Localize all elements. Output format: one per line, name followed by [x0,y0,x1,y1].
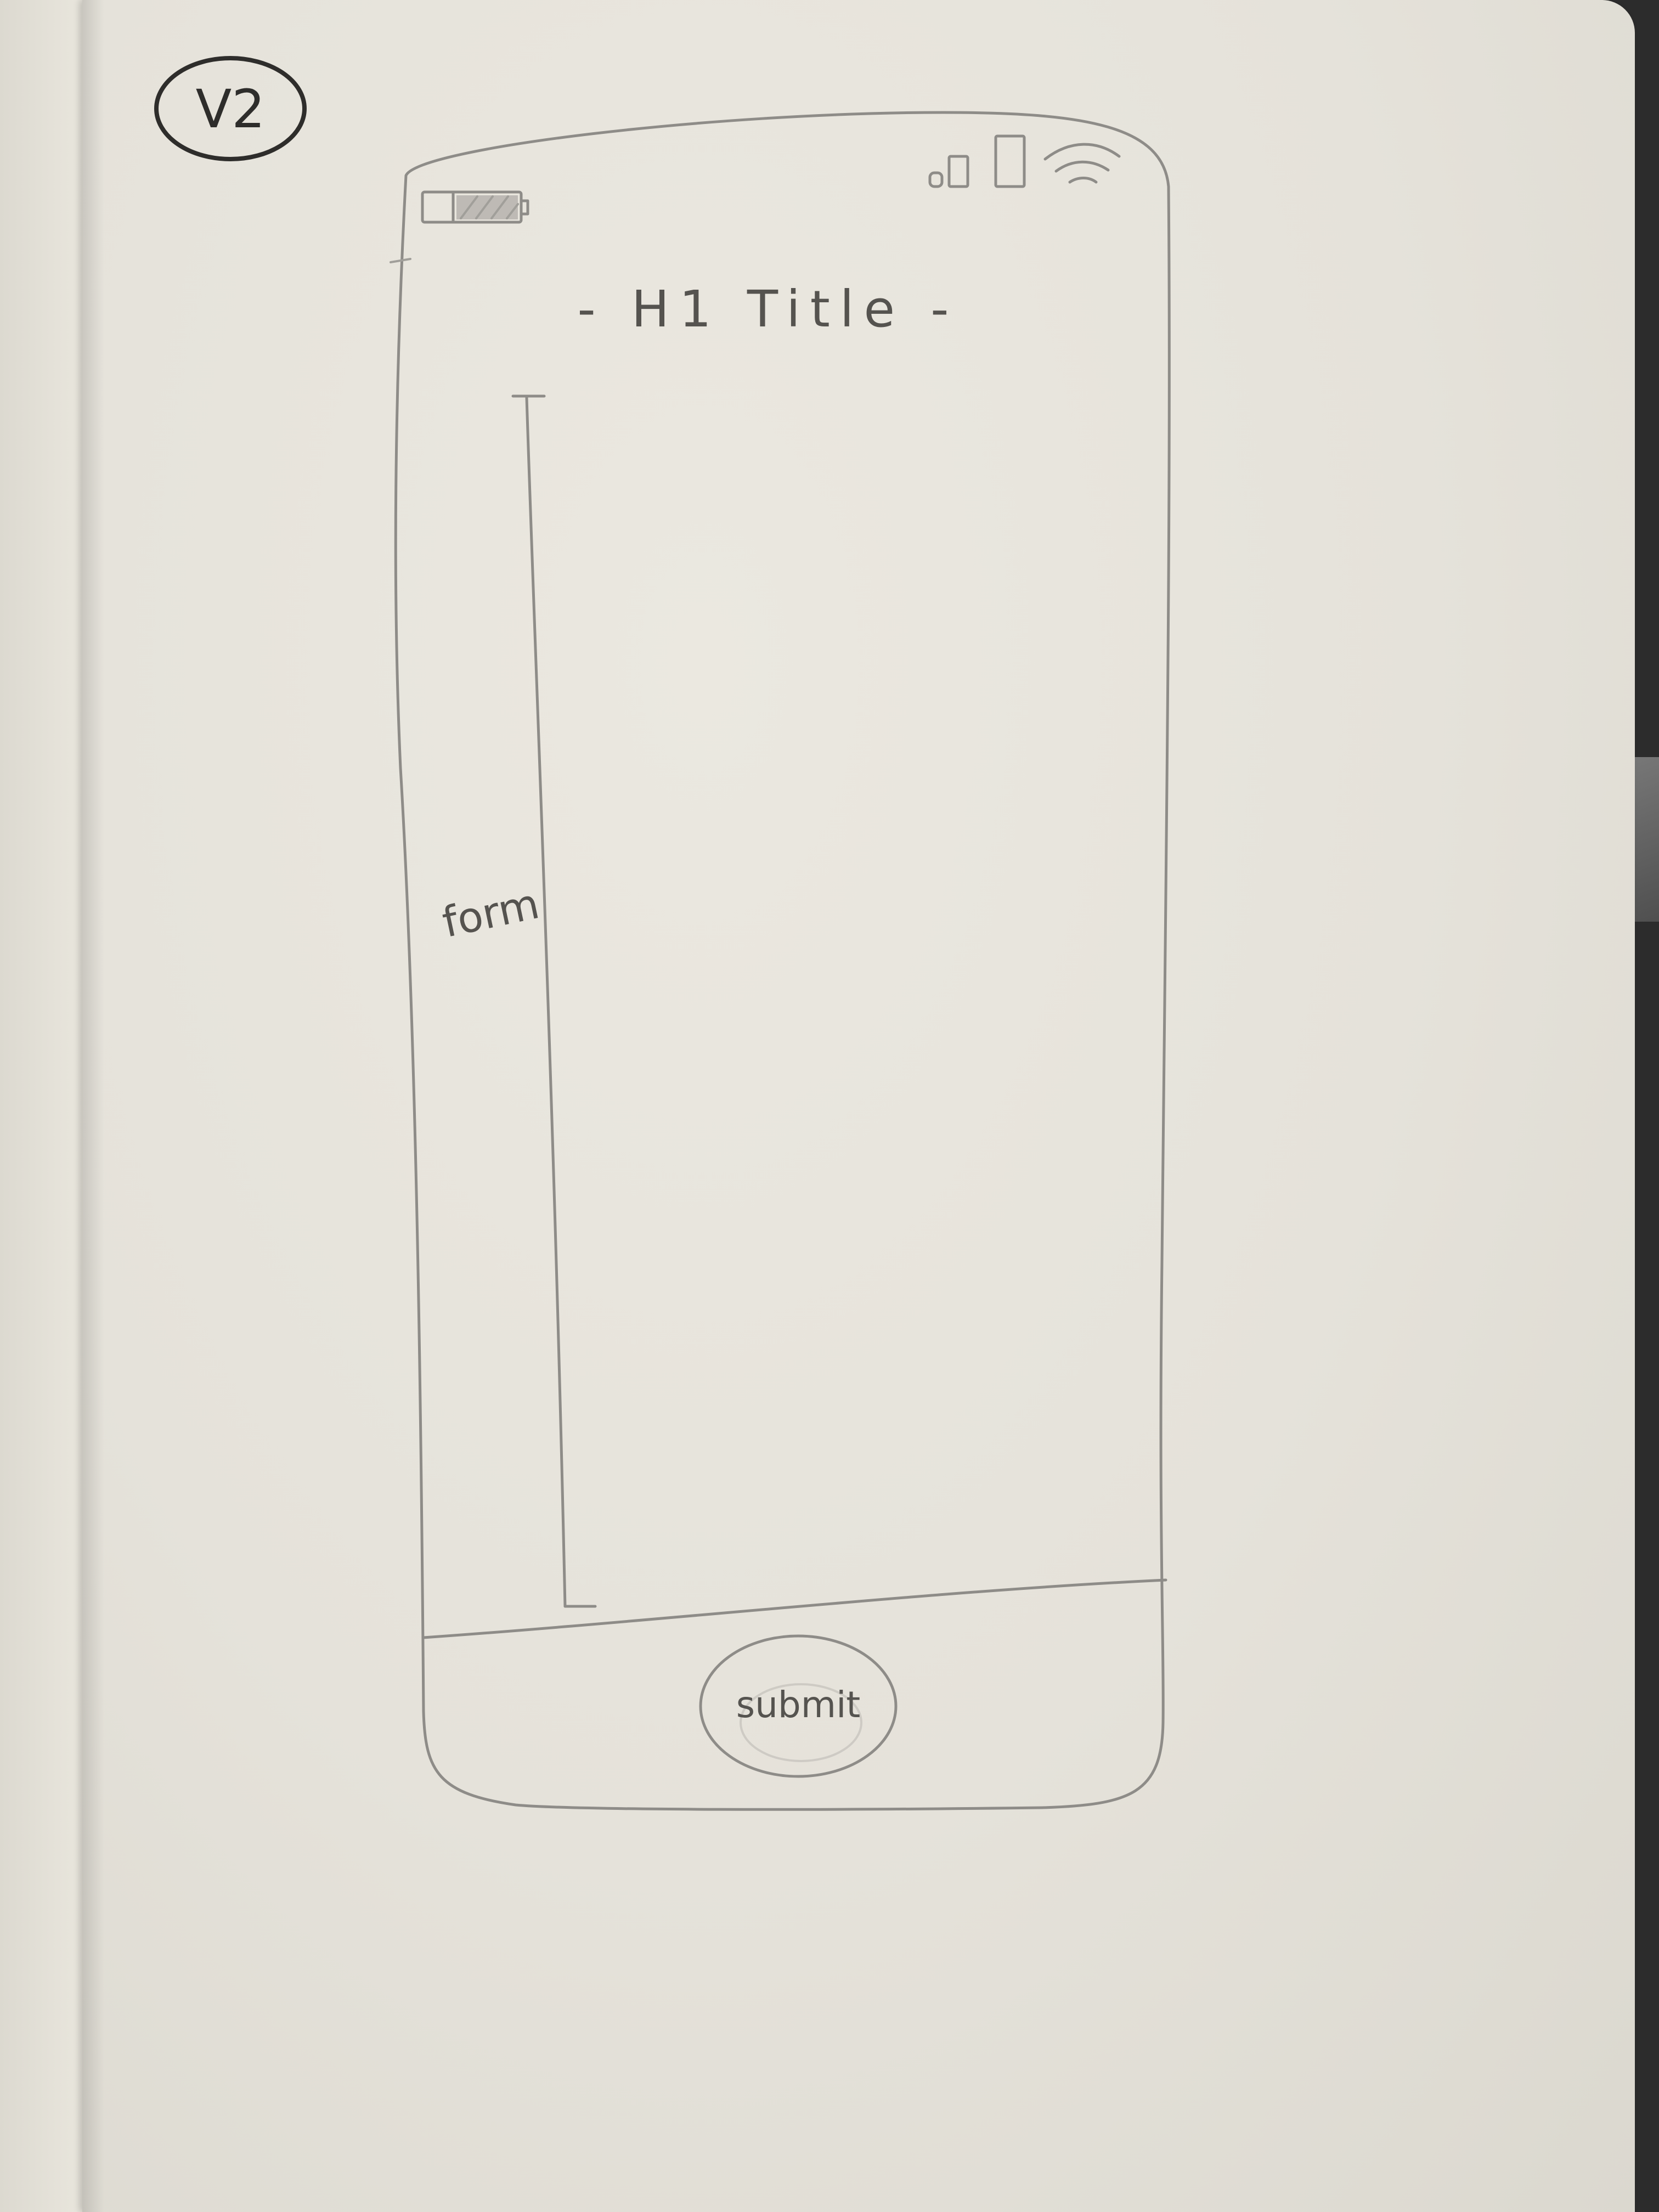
submit-button-label: submit [736,1684,861,1726]
page-title: - H1 Title - [577,280,958,338]
bottom-bar-divider [422,1578,1167,1639]
form-label: form [438,879,544,947]
form-bracket [511,394,597,1608]
signal-bars-icon [928,134,1026,188]
version-label: V2 [196,78,266,140]
submit-button[interactable]: submit [699,1634,898,1778]
phone-outline [394,111,1171,1811]
notebook-photo: V2 - H1 Title - form submit [0,0,1659,2212]
wifi-icon [1043,143,1121,184]
battery-icon [421,190,529,224]
wireframe-sketch: V2 - H1 Title - form submit [154,56,1171,1811]
version-badge: V2 [154,56,307,161]
